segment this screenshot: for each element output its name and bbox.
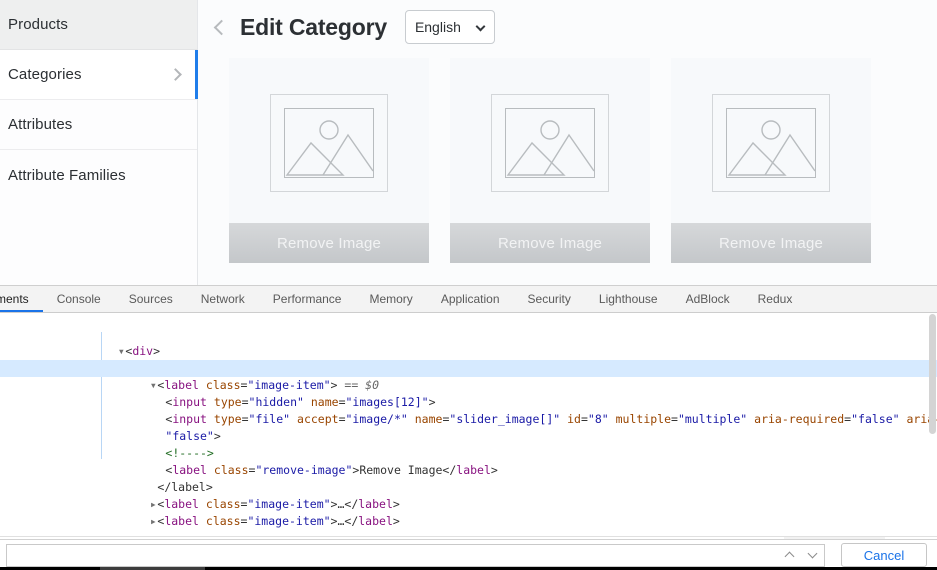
scrollbar-thumb[interactable] bbox=[929, 314, 936, 434]
tab-sources[interactable]: Sources bbox=[115, 286, 187, 312]
page-title: Edit Category bbox=[240, 13, 387, 40]
tab-network[interactable]: Network bbox=[187, 286, 259, 312]
placeholder-frame-outer bbox=[270, 94, 388, 192]
image-wrapper: Remove Image Remove Image Remove Image bbox=[199, 58, 937, 263]
cancel-button[interactable]: Cancel bbox=[841, 543, 927, 567]
image-placeholder bbox=[229, 94, 429, 192]
image-placeholder-icon bbox=[505, 108, 595, 178]
image-placeholder bbox=[450, 94, 650, 192]
image-item[interactable]: Remove Image bbox=[671, 58, 871, 263]
sidebar-item-products[interactable]: Products bbox=[0, 0, 197, 50]
dom-tree-scrollbar[interactable] bbox=[928, 313, 937, 536]
dom-line-input-file[interactable]: <input type="file" accept="image/*" name… bbox=[0, 394, 937, 426]
tab-elements[interactable]: ments bbox=[0, 286, 43, 312]
sidebar-item-label: Attribute Families bbox=[8, 166, 126, 184]
image-item[interactable]: Remove Image bbox=[450, 58, 650, 263]
sidebar-item-attribute-families[interactable]: Attribute Families bbox=[0, 150, 197, 200]
dom-line-image-item-3[interactable]: ▸<label class="image-item">…</label> bbox=[0, 496, 937, 528]
tab-performance[interactable]: Performance bbox=[259, 286, 356, 312]
tab-redux[interactable]: Redux bbox=[744, 286, 807, 312]
sidebar: Products Categories Attributes Attribute… bbox=[0, 0, 198, 285]
tab-memory[interactable]: Memory bbox=[355, 286, 426, 312]
remove-image-button[interactable]: Remove Image bbox=[450, 223, 650, 263]
remove-image-button[interactable]: Remove Image bbox=[671, 223, 871, 263]
image-placeholder-icon bbox=[726, 108, 816, 178]
chevron-left-icon[interactable] bbox=[213, 19, 230, 35]
devtools-panel: ments Console Sources Network Performanc… bbox=[0, 285, 937, 570]
dom-line-image-label[interactable]: <label>Image</label> bbox=[0, 315, 937, 326]
dom-line-image-item-selected[interactable]: ▾<label class="image-item"> == $0 bbox=[0, 360, 937, 392]
main-panel: Edit Category English Remove Image Remov… bbox=[199, 0, 937, 285]
dom-line-remove-image-label[interactable]: <label class="remove-image">Remove Image… bbox=[0, 445, 937, 477]
find-nav-group bbox=[778, 543, 825, 567]
image-placeholder-icon bbox=[284, 108, 374, 178]
find-input[interactable] bbox=[6, 543, 779, 567]
tab-application[interactable]: Application bbox=[427, 286, 514, 312]
sidebar-item-label: Categories bbox=[8, 66, 82, 83]
dom-line-label-close[interactable]: </label> bbox=[0, 462, 937, 494]
find-bar: Cancel bbox=[0, 539, 937, 570]
image-item[interactable]: Remove Image bbox=[229, 58, 429, 263]
sidebar-item-attributes[interactable]: Attributes bbox=[0, 100, 197, 150]
dom-line-image-item-2[interactable]: ▸<label class="image-item">…</label> bbox=[0, 479, 937, 511]
remove-image-button[interactable]: Remove Image bbox=[229, 223, 429, 263]
dom-line-input-hidden[interactable]: <input type="hidden" name="images[12]"> bbox=[0, 377, 937, 409]
chevron-up-icon[interactable] bbox=[778, 545, 801, 566]
dom-line-image-item-4[interactable]: ▾<label class="image-item"> bbox=[0, 513, 937, 521]
language-select[interactable]: English bbox=[404, 10, 495, 44]
dom-line-image-wrapper[interactable]: ▾<div class="image-wrapper"> bbox=[0, 343, 937, 375]
tab-console[interactable]: Console bbox=[43, 286, 115, 312]
chevron-right-icon bbox=[169, 68, 182, 81]
page-header: Edit Category English bbox=[199, 0, 937, 54]
tab-adblock[interactable]: AdBlock bbox=[672, 286, 744, 312]
screen-root: Products Categories Attributes Attribute… bbox=[0, 0, 937, 570]
sidebar-item-categories[interactable]: Categories bbox=[0, 50, 198, 100]
dom-tree[interactable]: <label>Image</label> ▾<div> ▾<div class=… bbox=[0, 313, 937, 536]
sidebar-item-label: Attributes bbox=[8, 116, 73, 133]
tab-lighthouse[interactable]: Lighthouse bbox=[585, 286, 672, 312]
placeholder-frame-outer bbox=[491, 94, 609, 192]
devtools-tabbar: ments Console Sources Network Performanc… bbox=[0, 286, 937, 313]
sidebar-item-label: Products bbox=[8, 16, 68, 33]
chevron-down-icon bbox=[475, 21, 486, 32]
dom-line-comment[interactable]: <!----> bbox=[0, 428, 937, 460]
application-region: Products Categories Attributes Attribute… bbox=[0, 0, 937, 285]
chevron-down-icon[interactable] bbox=[801, 545, 824, 566]
image-placeholder bbox=[671, 94, 871, 192]
tab-security[interactable]: Security bbox=[514, 286, 585, 312]
dom-line-input-file-wrap[interactable]: "false"> bbox=[0, 411, 937, 443]
language-select-value: English bbox=[414, 19, 461, 35]
placeholder-frame-outer bbox=[712, 94, 830, 192]
dom-line-div-open[interactable]: ▾<div> bbox=[0, 326, 937, 358]
